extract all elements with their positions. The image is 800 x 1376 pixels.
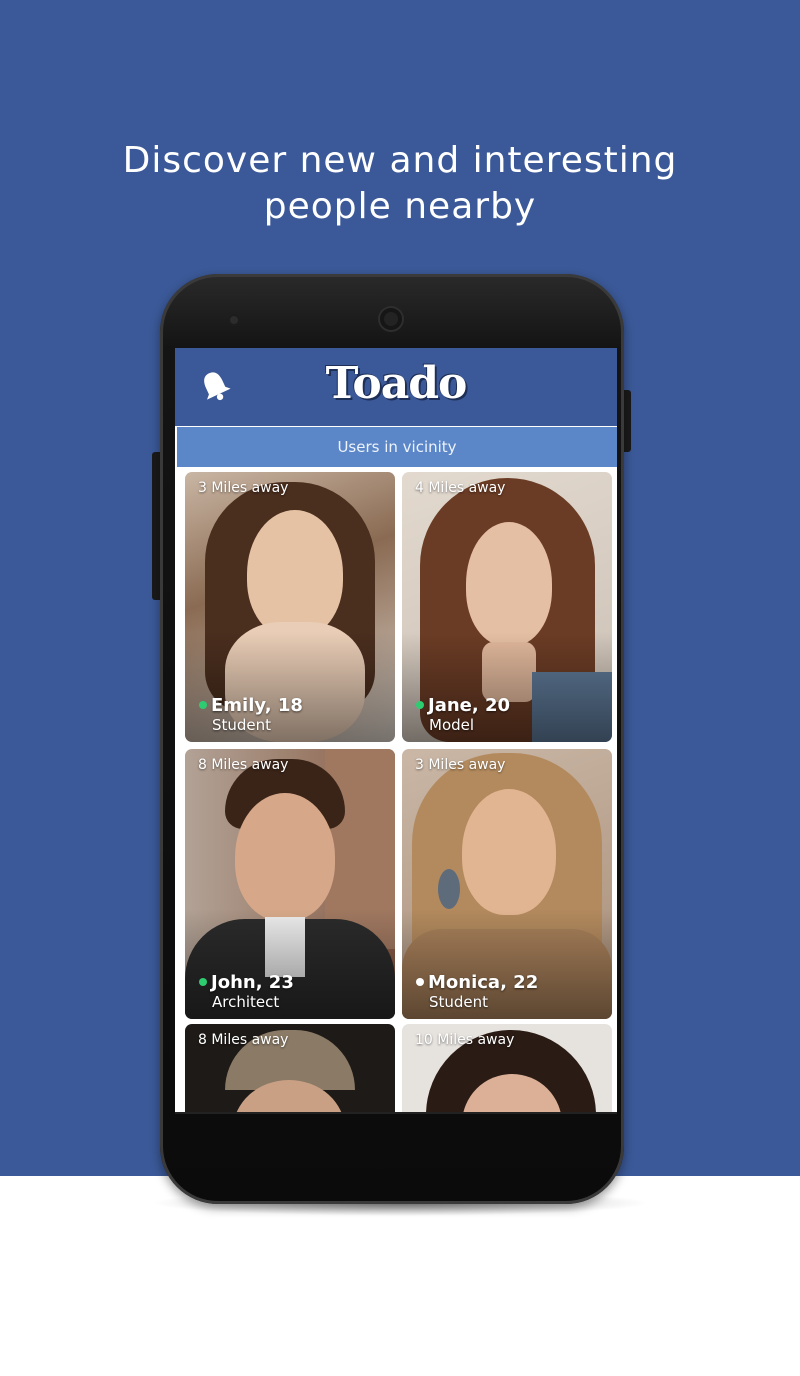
online-status-dot — [199, 701, 207, 709]
user-name: Monica, 22 — [428, 972, 539, 993]
user-card[interactable]: 3 Miles away Emily, 18 Student — [185, 472, 395, 742]
user-card[interactable]: 8 Miles away John, 23 Architect — [185, 749, 395, 1019]
headline: Discover new and interesting people near… — [0, 138, 800, 230]
user-card[interactable]: 10 Miles away — [402, 1024, 612, 1112]
app-logo: Toado — [325, 358, 468, 409]
distance-label: 8 Miles away — [198, 1032, 289, 1048]
user-occupation: Student — [212, 716, 272, 734]
screen-bottom-edge — [175, 1112, 617, 1114]
section-header: Users in vicinity — [177, 427, 617, 467]
headline-line-2: people nearby — [263, 186, 537, 227]
distance-label: 10 Miles away — [415, 1032, 515, 1048]
sensor-dot — [228, 314, 240, 326]
app-screen: Toado Users in vicinity 3 Miles away Emi… — [175, 348, 617, 1112]
front-camera — [380, 308, 402, 330]
user-occupation: Architect — [212, 993, 280, 1011]
distance-label: 3 Miles away — [198, 480, 289, 496]
distance-label: 4 Miles away — [415, 480, 506, 496]
user-grid: 3 Miles away Emily, 18 Student 4 Miles a… — [175, 468, 617, 1112]
user-name: John, 23 — [211, 972, 294, 993]
user-name: Jane, 20 — [428, 695, 511, 716]
power-button — [624, 390, 631, 452]
offline-status-dot — [416, 978, 424, 986]
distance-label: 8 Miles away — [198, 757, 289, 773]
user-occupation: Student — [429, 993, 489, 1011]
distance-label: 3 Miles away — [415, 757, 506, 773]
user-card[interactable]: 8 Miles away — [185, 1024, 395, 1112]
user-card[interactable]: 3 Miles away Monica, 22 Student — [402, 749, 612, 1019]
headline-line-1: Discover new and interesting — [122, 140, 678, 181]
user-name: Emily, 18 — [211, 695, 303, 716]
online-status-dot — [199, 978, 207, 986]
user-occupation: Model — [429, 716, 475, 734]
volume-button — [152, 452, 160, 600]
app-bar: Toado — [175, 348, 617, 426]
online-status-dot — [416, 701, 424, 709]
user-card[interactable]: 4 Miles away Jane, 20 Model — [402, 472, 612, 742]
